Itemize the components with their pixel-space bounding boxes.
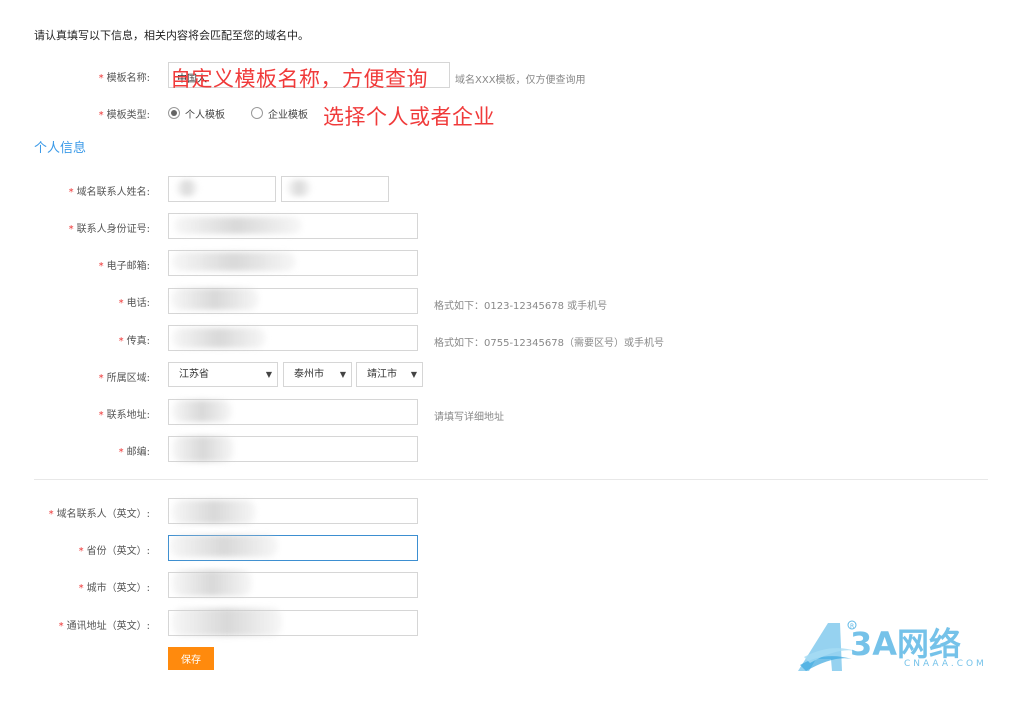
blurred-value bbox=[172, 608, 282, 636]
blurred-value bbox=[172, 252, 296, 271]
province-value: 江苏省 bbox=[179, 369, 209, 380]
section-title-personal: 个人信息 bbox=[34, 141, 87, 156]
address-label: * 联系地址: bbox=[98, 410, 150, 421]
blurred-value bbox=[172, 570, 252, 596]
fax-hint: 格式如下：0755-12345678（需要区号）或手机号 bbox=[434, 338, 664, 349]
id-number-label: * 联系人身份证号: bbox=[68, 224, 150, 235]
radio-personal[interactable] bbox=[168, 107, 180, 119]
template-name-label: * 模板名称: bbox=[98, 73, 150, 84]
intro-text: 请认真填写以下信息，相关内容将会匹配至您的域名中。 bbox=[34, 29, 309, 42]
blurred-value bbox=[172, 500, 256, 524]
blurred-value bbox=[172, 328, 266, 348]
radio-personal-label: 个人模板 bbox=[185, 110, 225, 121]
phone-hint: 格式如下：0123-12345678 或手机号 bbox=[434, 301, 608, 312]
save-button[interactable]: 保存 bbox=[168, 647, 214, 670]
caret-down-icon: ▼ bbox=[410, 370, 417, 379]
province-select[interactable]: 江苏省 ▼ bbox=[168, 362, 278, 387]
annotation-template-name: 自定义模板名称，方便查询 bbox=[170, 67, 428, 91]
blurred-value bbox=[287, 180, 311, 196]
caret-down-icon: ▼ bbox=[265, 370, 272, 379]
blurred-value bbox=[172, 436, 234, 462]
phone-label: * 电话: bbox=[118, 298, 150, 309]
template-type-label: * 模板类型: bbox=[98, 110, 150, 121]
logo-watermark: R 3A网络 CNAAA.COM bbox=[794, 615, 1004, 677]
region-label: * 所属区域: bbox=[98, 373, 150, 384]
district-value: 靖江市 bbox=[367, 369, 397, 380]
city-select[interactable]: 泰州市 ▼ bbox=[283, 362, 352, 387]
divider bbox=[34, 479, 988, 480]
radio-company-label: 企业模板 bbox=[268, 110, 308, 121]
zip-label: * 邮编: bbox=[118, 447, 150, 458]
annotation-template-type: 选择个人或者企业 bbox=[323, 105, 495, 129]
blurred-value bbox=[172, 400, 232, 422]
contact-name-label: * 域名联系人姓名: bbox=[68, 187, 150, 198]
blurred-value bbox=[170, 535, 278, 557]
logo-subtext: CNAAA.COM bbox=[904, 659, 987, 669]
en-city-label: * 城市（英文）: bbox=[78, 583, 150, 594]
blurred-value bbox=[176, 180, 198, 196]
blurred-value bbox=[171, 288, 259, 310]
en-province-label: * 省份（英文）: bbox=[78, 546, 150, 557]
fax-label: * 传真: bbox=[118, 336, 150, 347]
email-label: * 电子邮箱: bbox=[98, 261, 150, 272]
address-hint: 请填写详细地址 bbox=[434, 412, 504, 423]
en-address-label: * 通讯地址（英文）: bbox=[58, 621, 150, 632]
district-select[interactable]: 靖江市 ▼ bbox=[356, 362, 423, 387]
blurred-value bbox=[174, 217, 302, 234]
city-value: 泰州市 bbox=[294, 369, 324, 380]
radio-company[interactable] bbox=[251, 107, 263, 119]
caret-down-icon: ▼ bbox=[339, 370, 346, 379]
template-name-hint: 域名XXX模板，仅方便查询用 bbox=[455, 75, 586, 86]
en-contact-label: * 域名联系人（英文）: bbox=[48, 509, 150, 520]
